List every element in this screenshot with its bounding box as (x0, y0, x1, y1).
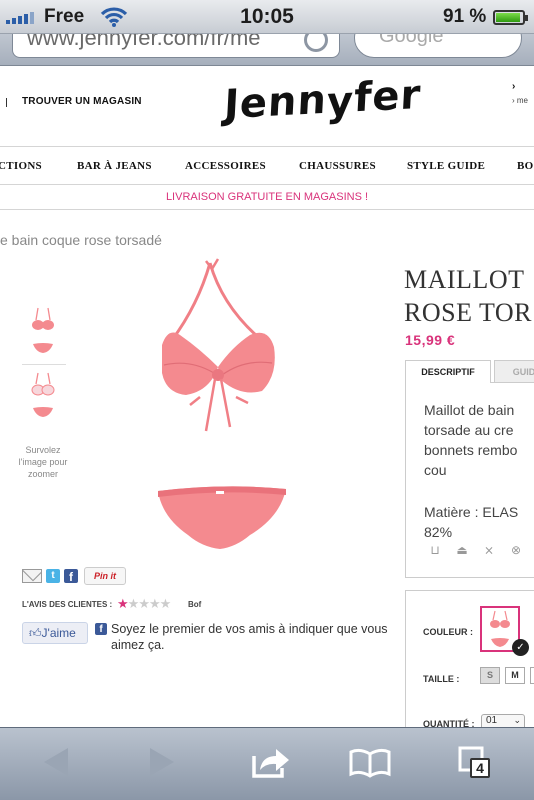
jennyfer-logo[interactable]: Jennyfer (223, 72, 422, 129)
url-text: www.jennyfer.com/fr/me (27, 34, 261, 50)
share-icon[interactable] (250, 742, 292, 782)
email-share-icon[interactable] (22, 569, 42, 583)
rating-stars[interactable]: ★★★★★ (117, 596, 172, 612)
wash-icon: ⊔ (430, 543, 440, 557)
color-label: COULEUR : (423, 627, 473, 637)
product-image[interactable] (140, 255, 310, 560)
promo-text: LIVRAISON GRATUITE EN MAGASINS ! (165, 191, 369, 203)
product-price: 15,99 € (405, 332, 456, 348)
product-thumbnail-1[interactable] (22, 306, 64, 356)
check-icon: ✓ (512, 639, 529, 656)
battery-icon (493, 10, 528, 25)
search-placeholder: Google (379, 34, 444, 47)
bookmarks-icon[interactable] (348, 742, 392, 782)
product-title-line: MAILLOT (404, 265, 525, 294)
nav-item-collections[interactable]: CTIONS (0, 160, 42, 172)
chevron-down-icon: ⌄ (513, 715, 521, 725)
quantity-value: 01 (486, 715, 498, 726)
rating-star[interactable]: ★ (128, 596, 140, 611)
back-icon[interactable] (38, 742, 72, 782)
nav-item-style-guide[interactable]: STYLE GUIDE (407, 160, 485, 172)
product-title-line: ROSE TOR (404, 298, 533, 327)
reviews-label: L'AVIS DES CLIENTES : (22, 600, 113, 609)
main-nav: CTIONS BAR À JEANS ACCESSOIRES CHAUSSURE… (0, 147, 534, 185)
status-bar: Free 10:05 91 % (0, 0, 534, 34)
site-header: TROUVER UN MAGASIN Jennyfer › › me (0, 67, 534, 147)
url-field[interactable]: www.jennyfer.com/fr/me (12, 34, 340, 58)
store-locator-link[interactable]: TROUVER UN MAGASIN (22, 96, 142, 107)
search-input[interactable]: Google (354, 34, 522, 58)
no-bleach-icon: ⨯ (483, 543, 495, 557)
product-description: Maillot de bain torsade au cre bonnets r… (424, 402, 518, 478)
size-option-l[interactable]: L (530, 667, 534, 684)
logo-text-b: y (325, 78, 356, 126)
no-iron-icon: ⏏ (456, 543, 468, 557)
nav-item-accessoires[interactable]: ACCESSOIRES (185, 160, 266, 172)
logo-text-c: fer (352, 71, 423, 122)
tab-count[interactable]: 4 (470, 758, 490, 778)
nav-item-more[interactable]: BO (517, 160, 534, 172)
facebook-social-text: Soyez le premier de vos amis à indiquer … (111, 622, 388, 652)
address-bar: www.jennyfer.com/fr/me Google (0, 34, 534, 66)
rating-star[interactable]: ★ (149, 596, 161, 611)
promo-banner[interactable]: LIVRAISON GRATUITE EN MAGASINS ! (0, 185, 534, 210)
logo-text-a: Jenn (222, 76, 329, 129)
twitter-icon[interactable]: t (46, 569, 60, 583)
size-option-m[interactable]: M (505, 667, 525, 684)
pinterest-button[interactable]: Pin it (84, 567, 126, 585)
browser-screen: { "status_bar": { "carrier": "Free", "ti… (0, 0, 534, 800)
rating-word: Bof (188, 600, 202, 609)
product-title: MAILLOT ROSE TOR (404, 263, 532, 329)
like-label: J'aime (41, 626, 76, 640)
facebook-like-button[interactable]: 👍︎J'aime (22, 622, 88, 644)
divider (6, 98, 7, 107)
rating-star[interactable]: ★ (160, 596, 172, 611)
tab-guide-des-tailles[interactable]: GUID (494, 360, 534, 383)
nav-item-chaussures[interactable]: CHAUSSURES (299, 160, 376, 172)
no-tumble-dry-icon: ⊗ (510, 543, 522, 557)
product-thumbnail-2[interactable] (22, 370, 64, 420)
facebook-icon[interactable]: f (64, 569, 78, 584)
size-option-s[interactable]: S (480, 667, 500, 684)
account-sublink[interactable]: › me (512, 96, 528, 105)
facebook-icon: f (95, 623, 107, 635)
care-instructions: ⊔ ⏏ ⨯ ⊗ ✳ (425, 543, 534, 557)
share-row: t f Pin it (22, 567, 126, 585)
product-material: Matière : ELAS 82% (424, 504, 519, 540)
account-link[interactable]: › (512, 81, 515, 92)
battery-percent: 91 % (443, 6, 487, 27)
forward-icon[interactable] (146, 742, 180, 782)
thumbs-up-icon: 👍︎ (29, 626, 42, 640)
nav-item-bar-a-jeans[interactable]: BAR À JEANS (77, 160, 152, 172)
tab-descriptif[interactable]: DESCRIPTIF (405, 360, 491, 383)
zoom-hint: Survolez l'image pour zoomer (18, 445, 68, 479)
divider (22, 364, 66, 365)
rating-star[interactable]: ★ (117, 596, 129, 611)
breadcrumb[interactable]: e bain coque rose torsadé (0, 232, 162, 248)
size-label: TAILLE : (423, 674, 460, 684)
rating-star[interactable]: ★ (138, 596, 150, 611)
browser-toolbar (0, 727, 534, 800)
